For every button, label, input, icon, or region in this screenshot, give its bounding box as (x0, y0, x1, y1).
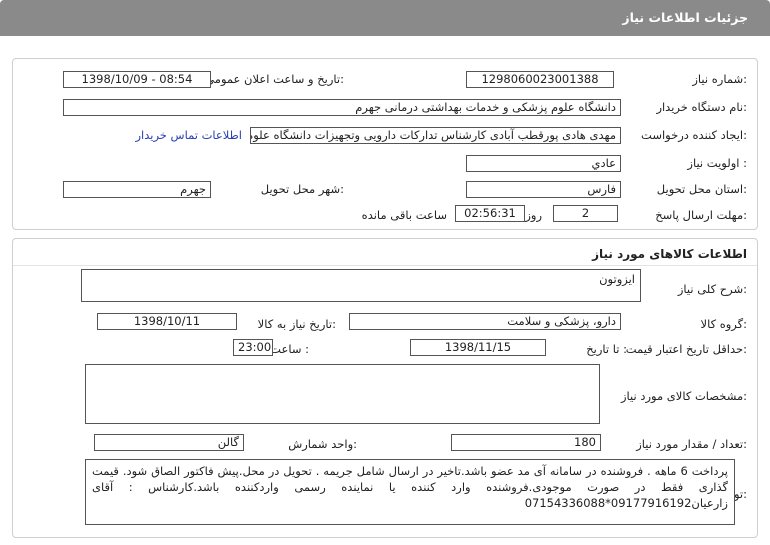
deadline-label: مهلت ارسال پاسخ: (655, 208, 747, 222)
priority-label: اولویت نیاز : (687, 156, 747, 170)
page-title: جزئیات اطلاعات نیاز (622, 10, 748, 25)
specs-label: مشخصات کالای مورد نیاز: (620, 389, 747, 403)
need-date-label: تاریخ نیاز به کالا: (257, 317, 336, 331)
deadline-time-unit: ساعت باقی مانده (361, 208, 447, 222)
city-label: شهر محل تحویل: (260, 182, 344, 196)
quantity-label: تعداد / مقدار مورد نیاز: (636, 437, 747, 451)
specs-field (85, 364, 600, 424)
time-label: ساعت : (270, 342, 309, 356)
announce-date-label: تاریخ و ساعت اعلان عمومی: (205, 72, 344, 86)
summary-label: شرح کلی نیاز: (677, 282, 747, 296)
buyer-description-field: پرداخت 6 ماهه . فروشنده در سامانه آی مد … (85, 459, 735, 525)
until-date-field: 1398/11/15 (410, 339, 546, 356)
creator-label: ایجاد کننده درخواست: (641, 128, 747, 142)
section-divider (13, 265, 757, 266)
announce-date-field: 1398/10/09 - 08:54 (63, 71, 211, 88)
goods-info-panel: اطلاعات کالاهای مورد نیاز شرح کلی نیاز: … (12, 238, 758, 538)
province-label: استان محل تحویل: (656, 182, 747, 196)
quantity-field: 180 (451, 434, 601, 451)
goods-group-field: دارو، پزشکی و سلامت (349, 313, 621, 330)
need-number-label: شماره نیاز: (692, 72, 747, 86)
buyer-contact-link[interactable]: اطلاعات تماس خریدار (135, 128, 242, 142)
time-field: 23:00 (233, 339, 273, 356)
unit-label: واحد شمارش: (288, 437, 357, 451)
summary-field: ایزوتون (81, 269, 641, 302)
deadline-time-field: 02:56:31 (455, 205, 525, 222)
need-number-field: 1298060023001388 (466, 71, 614, 88)
buyer-field: دانشگاه علوم پزشکی و خدمات بهداشتی درمان… (63, 99, 621, 116)
deadline-days-field: 2 (553, 205, 618, 222)
price-validity-label: حداقل تاریخ اعتبار قیمت: (625, 342, 747, 356)
priority-field: عادي (466, 155, 621, 172)
creator-field: مهدی هادی پورقطب آبادی کارشناس تدارکات د… (250, 127, 621, 144)
need-info-panel: شماره نیاز: 1298060023001388 تاریخ و ساع… (12, 58, 758, 230)
until-date-label: تا تاریخ : (586, 342, 627, 356)
page-header: جزئیات اطلاعات نیاز (0, 0, 770, 36)
goods-group-label: گروه کالا: (700, 317, 747, 331)
unit-field: گالن (94, 434, 244, 451)
need-date-field: 1398/10/11 (97, 313, 237, 330)
buyer-label: نام دستگاه خریدار: (656, 100, 747, 114)
province-field: فارس (466, 181, 621, 198)
goods-section-title: اطلاعات کالاهای مورد نیاز (592, 247, 747, 261)
city-field: جهرم (63, 181, 211, 198)
